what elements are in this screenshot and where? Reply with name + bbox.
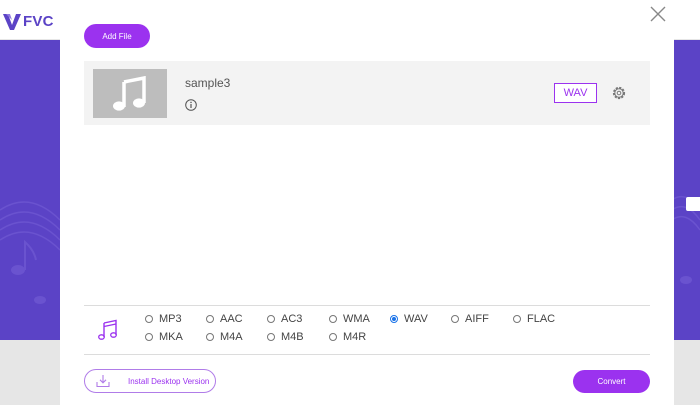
file-thumbnail [93, 69, 167, 118]
format-option-mka[interactable]: MKA [145, 330, 183, 344]
format-selector: MP3 AAC AC3 WMA WAV AIFF FLAC MKA M4A M4… [84, 305, 650, 355]
output-format-button[interactable]: WAV [554, 83, 597, 103]
format-radio[interactable] [329, 315, 337, 323]
format-label: M4B [281, 331, 304, 343]
format-radio[interactable] [145, 333, 153, 341]
format-radio[interactable] [206, 333, 214, 341]
format-radio[interactable] [513, 315, 521, 323]
fvc-logo: FVC [2, 10, 54, 32]
format-radio[interactable] [206, 315, 214, 323]
add-file-button[interactable]: Add File [84, 24, 150, 48]
format-label: WMA [343, 313, 370, 325]
format-label: M4A [220, 331, 243, 343]
gear-icon[interactable] [611, 85, 627, 101]
format-radio[interactable] [267, 315, 275, 323]
music-note-icon [98, 319, 117, 340]
install-desktop-version-button[interactable]: Install Desktop Version [84, 369, 216, 393]
music-note-icon [113, 75, 146, 111]
file-name: sample3 [185, 76, 231, 90]
format-radio-selected[interactable] [390, 315, 398, 323]
format-option-m4r[interactable]: M4R [329, 330, 366, 344]
format-label: MP3 [159, 313, 182, 325]
format-label: AIFF [465, 313, 489, 325]
logo-text: FVC [23, 12, 54, 30]
format-option-m4b[interactable]: M4B [267, 330, 304, 344]
format-option-m4a[interactable]: M4A [206, 330, 243, 344]
info-icon[interactable] [185, 99, 197, 111]
format-label: M4R [343, 331, 367, 343]
format-radio[interactable] [145, 315, 153, 323]
format-radio[interactable] [451, 315, 459, 323]
audio-converter-dialog: Add File sample3 WAV MP3 AAC AC3 WMA WAV… [60, 0, 674, 405]
format-option-aiff[interactable]: AIFF [451, 312, 489, 326]
convert-button[interactable]: Convert [573, 370, 650, 393]
format-radio[interactable] [329, 333, 337, 341]
format-option-mp3[interactable]: MP3 [145, 312, 182, 326]
format-option-wav[interactable]: WAV [390, 312, 428, 326]
download-icon [96, 375, 110, 388]
format-label: MKA [159, 331, 183, 343]
format-option-wma[interactable]: WMA [329, 312, 370, 326]
format-label: AAC [220, 313, 243, 325]
format-label: AC3 [281, 313, 303, 325]
format-option-ac3[interactable]: AC3 [267, 312, 302, 326]
format-radio[interactable] [267, 333, 275, 341]
fvc-logo-icon [3, 14, 21, 30]
file-list-item: sample3 WAV [84, 61, 650, 125]
format-option-aac[interactable]: AAC [206, 312, 243, 326]
format-option-flac[interactable]: FLAC [513, 312, 555, 326]
decorative-notes-left [0, 201, 60, 304]
background-side-tab[interactable] [686, 197, 700, 211]
format-label: FLAC [527, 313, 556, 325]
install-label: Install Desktop Version [128, 377, 210, 386]
format-label: WAV [404, 313, 428, 325]
close-icon[interactable] [649, 5, 667, 23]
